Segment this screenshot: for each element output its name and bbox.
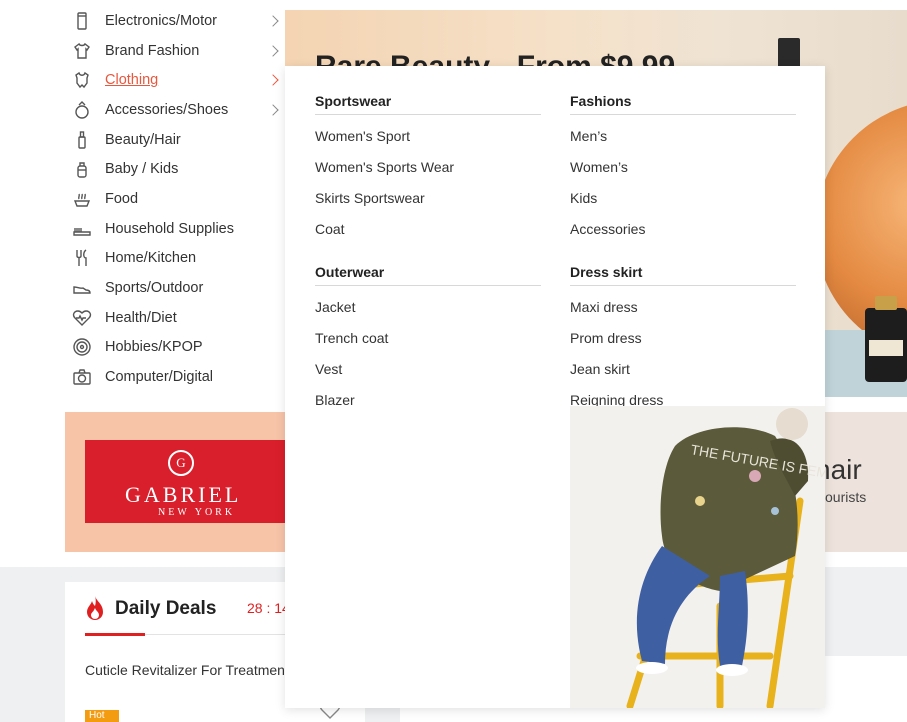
utensils-icon: [71, 247, 93, 269]
category-label: Computer/Digital: [105, 369, 213, 386]
category-label: Hobbies/KPOP: [105, 339, 203, 356]
chevron-right-icon: [267, 74, 279, 86]
category-item-household-supplies[interactable]: Household Supplies: [65, 214, 285, 244]
menu-link[interactable]: Jean skirt: [570, 358, 796, 389]
category-item-computer-digital[interactable]: Computer/Digital: [65, 362, 285, 392]
promo-person-image[interactable]: THE FUTURE IS FEMALE: [570, 406, 825, 708]
food-icon: [71, 188, 93, 210]
menu-group: Dress skirt Maxi dress Prom dress Jean skir…: [570, 259, 796, 420]
category-item-food[interactable]: Food: [65, 184, 285, 214]
menu-link[interactable]: Coat: [315, 218, 541, 249]
menu-link[interactable]: Women's Sport: [315, 125, 541, 156]
perfume-small-image: [865, 296, 907, 382]
category-label: Accessories/Shoes: [105, 101, 229, 118]
menu-link[interactable]: Kids: [570, 187, 796, 218]
menu-group: Sportswear Women's Sport Women's Sports We…: [315, 88, 541, 249]
ring-icon: [71, 99, 93, 121]
shirt-icon: [71, 40, 93, 62]
deals-countdown: 28 : 14: [247, 600, 290, 616]
category-item-health-diet[interactable]: Health/Diet: [65, 303, 285, 333]
flame-icon: [87, 596, 103, 620]
promo-banner-right[interactable]: hair ourists: [825, 412, 907, 552]
menu-link[interactable]: Prom dress: [570, 327, 796, 358]
menu-group-title[interactable]: Outerwear: [315, 259, 541, 285]
category-item-beauty-hair[interactable]: Beauty/Hair: [65, 125, 285, 155]
category-label: Beauty/Hair: [105, 131, 181, 148]
promo-heading: hair: [825, 454, 862, 485]
chevron-right-icon: [267, 44, 279, 57]
promo-subtext: ourists: [825, 489, 867, 505]
bottle-icon: [71, 129, 93, 151]
category-sidebar: Electronics/Motor Brand Fashion Clothing Ac…: [65, 6, 285, 392]
menu-group-title[interactable]: Dress skirt: [570, 259, 796, 285]
baby-bottle-icon: [71, 158, 93, 180]
mega-menu-column-left: Sportswear Women's Sport Women's Sports We…: [315, 66, 541, 420]
heartbeat-icon: [71, 307, 93, 329]
divider: [570, 285, 796, 286]
menu-link[interactable]: Maxi dress: [570, 296, 796, 327]
shoe-icon: [71, 277, 93, 299]
menu-link[interactable]: Trench coat: [315, 327, 541, 358]
menu-link[interactable]: Accessories: [570, 218, 796, 249]
menu-group: Outerwear Jacket Trench coat Vest Blazer: [315, 259, 541, 420]
menu-link[interactable]: Blazer: [315, 389, 541, 420]
category-label: Sports/Outdoor: [105, 280, 204, 297]
divider: [315, 285, 541, 286]
chevron-right-icon: [267, 15, 279, 27]
clothing-mega-menu: Sportswear Women's Sport Women's Sports We…: [285, 66, 825, 708]
category-item-electronics-motor[interactable]: Electronics/Motor: [65, 6, 285, 36]
onesie-icon: [71, 69, 93, 91]
menu-link[interactable]: Women’s: [570, 156, 796, 187]
category-item-baby-kids[interactable]: Baby / Kids: [65, 154, 285, 184]
toothbrush-icon: [71, 218, 93, 240]
menu-link[interactable]: Skirts Sportswear: [315, 187, 541, 218]
category-item-home-kitchen[interactable]: Home/Kitchen: [65, 244, 285, 274]
chevron-right-icon: [267, 104, 279, 116]
deals-underline: [85, 633, 145, 636]
category-item-sports-outdoor[interactable]: Sports/Outdoor: [65, 273, 285, 303]
gabriel-banner[interactable]: G GABRIEL NEW YORK: [65, 412, 285, 552]
category-label: Household Supplies: [105, 220, 234, 237]
gabriel-subtitle: NEW YORK: [158, 507, 236, 518]
menu-link[interactable]: Women's Sports Wear: [315, 156, 541, 187]
menu-link[interactable]: Jacket: [315, 296, 541, 327]
category-item-clothing[interactable]: Clothing: [65, 65, 285, 95]
phone-icon: [71, 10, 93, 32]
divider: [315, 114, 541, 115]
camera-icon: [71, 366, 93, 388]
menu-group-title[interactable]: Sportswear: [315, 88, 541, 114]
menu-group-title[interactable]: Fashions: [570, 88, 796, 114]
menu-link[interactable]: Vest: [315, 358, 541, 389]
category-label: Home/Kitchen: [105, 250, 197, 267]
category-label: Brand Fashion: [105, 42, 200, 59]
mega-menu-column-right: Fashions Men’s Women’s Kids Accessories Dress…: [570, 66, 796, 420]
category-label: Health/Diet: [105, 309, 177, 326]
menu-group: Fashions Men’s Women’s Kids Accessories: [570, 88, 796, 249]
category-label: Clothing: [105, 72, 159, 89]
category-label: Food: [105, 190, 139, 207]
vinyl-icon: [71, 336, 93, 358]
category-item-brand-fashion[interactable]: Brand Fashion: [65, 36, 285, 66]
hot-badge: Hot: [85, 710, 119, 722]
category-item-accessories-shoes[interactable]: Accessories/Shoes: [65, 95, 285, 125]
divider: [570, 114, 796, 115]
deal-product-title[interactable]: Cuticle Revitalizer For Treatment: [85, 662, 289, 678]
category-label: Electronics/Motor: [105, 12, 218, 29]
deals-title: Daily Deals: [115, 598, 217, 619]
gabriel-logo-icon: G: [168, 450, 194, 476]
menu-link[interactable]: Men’s: [570, 125, 796, 156]
category-item-hobbies-kpop[interactable]: Hobbies/KPOP: [65, 333, 285, 363]
category-label: Baby / Kids: [105, 161, 179, 178]
